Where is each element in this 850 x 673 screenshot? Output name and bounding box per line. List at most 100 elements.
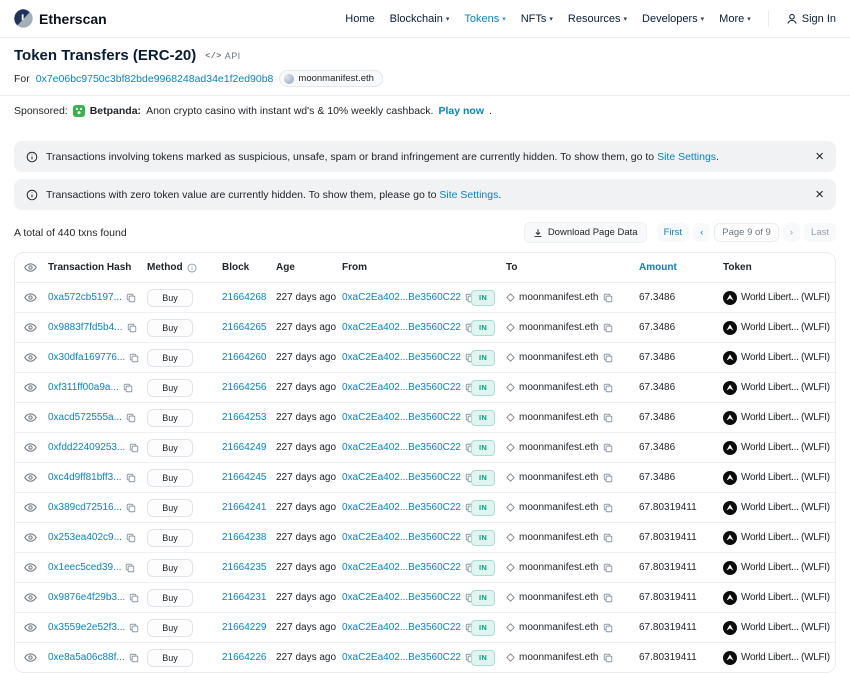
from-address-link[interactable]: 0xaC2Ea402...Be3560C22: [342, 292, 461, 303]
eye-icon[interactable]: [24, 381, 37, 394]
block-link[interactable]: 21664268: [222, 292, 267, 303]
site-settings-link[interactable]: Site Settings: [657, 151, 716, 163]
block-link[interactable]: 21664249: [222, 442, 267, 453]
tx-hash-link[interactable]: 0x253ea402c9...: [48, 532, 122, 543]
copy-icon[interactable]: [603, 323, 613, 333]
first-page-button[interactable]: First: [657, 223, 689, 242]
eye-icon[interactable]: [24, 591, 37, 604]
method-button[interactable]: Buy: [147, 379, 193, 397]
copy-icon[interactable]: [125, 563, 135, 573]
nav-item-blockchain[interactable]: Blockchain▾: [390, 13, 450, 25]
block-link[interactable]: 21664231: [222, 592, 267, 603]
eye-icon[interactable]: [24, 531, 37, 544]
nav-item-nfts[interactable]: NFTs▾: [521, 13, 553, 25]
address-link[interactable]: 0x7e06bc9750c3bf82bde9968248ad34e1f2ed90…: [36, 73, 274, 85]
method-button[interactable]: Buy: [147, 649, 193, 667]
nav-item-developers[interactable]: Developers▾: [642, 13, 704, 25]
tx-hash-link[interactable]: 0x9876e4f29b3...: [48, 592, 125, 603]
copy-icon[interactable]: [126, 413, 136, 423]
from-address-link[interactable]: 0xaC2Ea402...Be3560C22: [342, 442, 461, 453]
method-button[interactable]: Buy: [147, 619, 193, 637]
token-link[interactable]: World Libert... (WLFI): [741, 562, 830, 573]
nav-item-home[interactable]: Home: [345, 13, 374, 25]
from-address-link[interactable]: 0xaC2Ea402...Be3560C22: [342, 382, 461, 393]
prev-page-button[interactable]: ‹: [693, 223, 710, 242]
method-button[interactable]: Buy: [147, 409, 193, 427]
method-button[interactable]: Buy: [147, 559, 193, 577]
from-address-link[interactable]: 0xaC2Ea402...Be3560C22: [342, 352, 461, 363]
token-link[interactable]: World Libert... (WLFI): [741, 292, 830, 303]
block-link[interactable]: 21664256: [222, 382, 267, 393]
block-link[interactable]: 21664260: [222, 352, 267, 363]
method-button[interactable]: Buy: [147, 439, 193, 457]
tx-hash-link[interactable]: 0xc4d9ff81bff3...: [48, 472, 122, 483]
copy-icon[interactable]: [603, 563, 613, 573]
betpanda-link[interactable]: Betpanda:: [90, 105, 141, 117]
copy-icon[interactable]: [126, 473, 136, 483]
close-icon[interactable]: ×: [815, 187, 824, 202]
copy-icon[interactable]: [129, 353, 139, 363]
eye-icon[interactable]: [24, 411, 37, 424]
tx-hash-link[interactable]: 0xa572cb5197...: [48, 292, 122, 303]
from-address-link[interactable]: 0xaC2Ea402...Be3560C22: [342, 412, 461, 423]
eye-icon[interactable]: [24, 321, 37, 334]
copy-icon[interactable]: [603, 503, 613, 513]
block-link[interactable]: 21664229: [222, 622, 267, 633]
nav-item-resources[interactable]: Resources▾: [568, 13, 627, 25]
token-link[interactable]: World Libert... (WLFI): [741, 412, 830, 423]
eye-icon[interactable]: [24, 621, 37, 634]
tx-hash-link[interactable]: 0xfdd22409253...: [48, 442, 125, 453]
block-link[interactable]: 21664235: [222, 562, 267, 573]
block-link[interactable]: 21664245: [222, 472, 267, 483]
copy-icon[interactable]: [127, 323, 137, 333]
eye-icon[interactable]: [24, 501, 37, 514]
copy-icon[interactable]: [123, 383, 133, 393]
site-settings-link[interactable]: Site Settings: [439, 189, 498, 201]
copy-icon[interactable]: [603, 593, 613, 603]
token-link[interactable]: World Libert... (WLFI): [741, 442, 830, 453]
method-button[interactable]: Buy: [147, 319, 193, 337]
nav-item-more[interactable]: More▾: [719, 13, 751, 25]
tx-hash-link[interactable]: 0xe8a5a06c88f...: [48, 652, 125, 663]
copy-icon[interactable]: [129, 623, 139, 633]
copy-icon[interactable]: [126, 533, 136, 543]
from-address-link[interactable]: 0xaC2Ea402...Be3560C22: [342, 562, 461, 573]
block-link[interactable]: 21664238: [222, 532, 267, 543]
eye-icon[interactable]: [24, 471, 37, 484]
copy-icon[interactable]: [129, 443, 139, 453]
close-icon[interactable]: ×: [815, 149, 824, 164]
eye-icon[interactable]: [24, 291, 37, 304]
copy-icon[interactable]: [603, 443, 613, 453]
from-address-link[interactable]: 0xaC2Ea402...Be3560C22: [342, 322, 461, 333]
copy-icon[interactable]: [603, 383, 613, 393]
header-method[interactable]: Method: [147, 262, 222, 273]
tx-hash-link[interactable]: 0xacd572555a...: [48, 412, 122, 423]
token-link[interactable]: World Libert... (WLFI): [741, 472, 830, 483]
token-link[interactable]: World Libert... (WLFI): [741, 502, 830, 513]
from-address-link[interactable]: 0xaC2Ea402...Be3560C22: [342, 502, 461, 513]
token-link[interactable]: World Libert... (WLFI): [741, 622, 830, 633]
copy-icon[interactable]: [603, 623, 613, 633]
copy-icon[interactable]: [603, 533, 613, 543]
block-link[interactable]: 21664226: [222, 652, 267, 663]
copy-icon[interactable]: [603, 413, 613, 423]
eye-icon[interactable]: [24, 351, 37, 364]
tx-hash-link[interactable]: 0x389cd72516...: [48, 502, 122, 513]
copy-icon[interactable]: [603, 293, 613, 303]
eye-icon[interactable]: [24, 651, 37, 664]
token-link[interactable]: World Libert... (WLFI): [741, 592, 830, 603]
copy-icon[interactable]: [603, 473, 613, 483]
header-amount[interactable]: Amount: [639, 262, 723, 273]
copy-icon[interactable]: [603, 653, 613, 663]
play-now-link[interactable]: Play now: [438, 105, 484, 117]
download-page-data-button[interactable]: Download Page Data: [524, 222, 647, 243]
tx-hash-link[interactable]: 0xf311ff00a9a...: [48, 382, 119, 393]
from-address-link[interactable]: 0xaC2Ea402...Be3560C22: [342, 652, 461, 663]
tx-hash-link[interactable]: 0x30dfa169776...: [48, 352, 125, 363]
block-link[interactable]: 21664265: [222, 322, 267, 333]
from-address-link[interactable]: 0xaC2Ea402...Be3560C22: [342, 592, 461, 603]
nav-item-tokens[interactable]: Tokens▾: [464, 13, 505, 25]
tx-hash-link[interactable]: 0x1eec5ced39...: [48, 562, 121, 573]
copy-icon[interactable]: [603, 353, 613, 363]
method-button[interactable]: Buy: [147, 289, 193, 307]
